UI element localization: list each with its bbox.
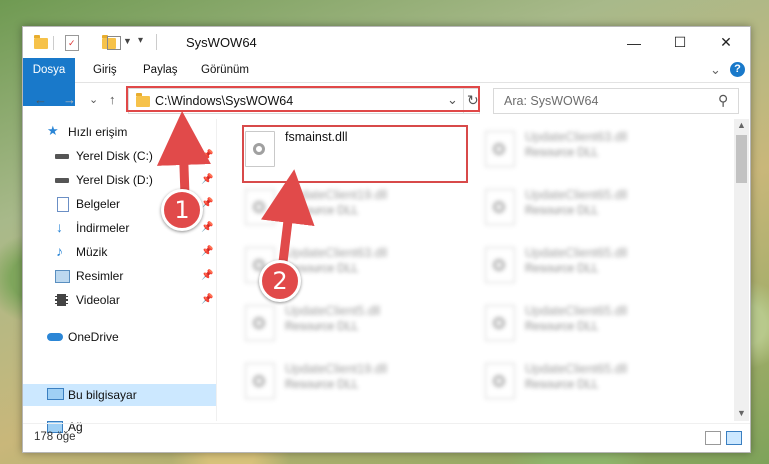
arrow-1 bbox=[156, 111, 211, 197]
annotation-arrows bbox=[156, 111, 315, 263]
arrow-2 bbox=[260, 169, 315, 263]
step-badge-1: 1 bbox=[161, 189, 203, 231]
step-badge-2: 2 bbox=[259, 260, 301, 302]
